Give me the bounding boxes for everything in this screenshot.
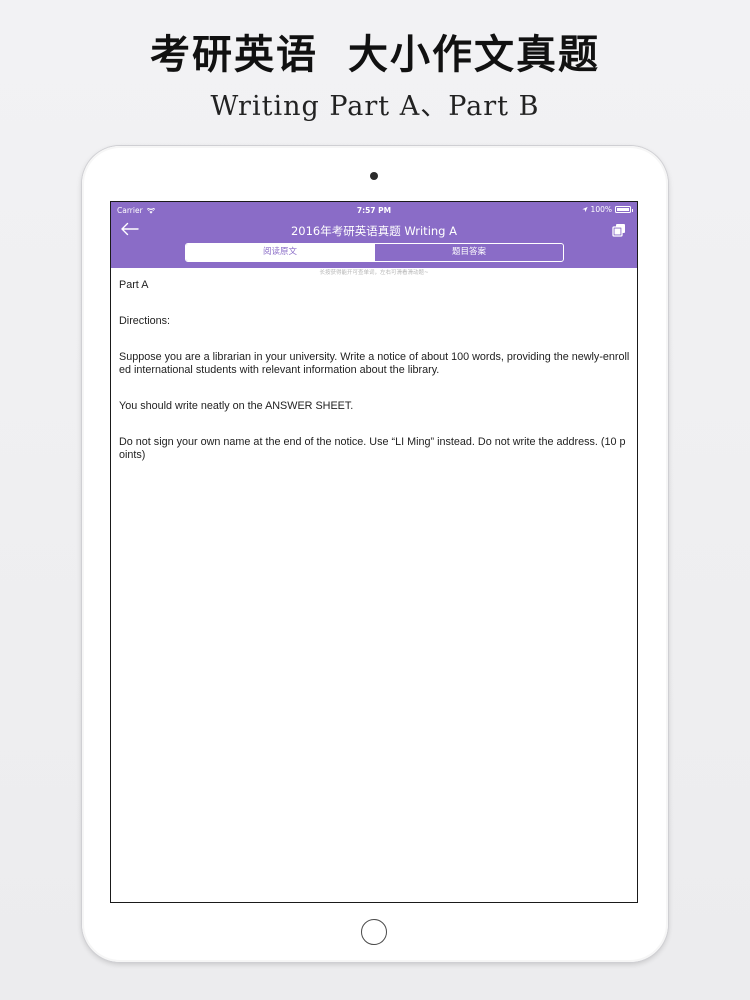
paragraph: Directions: xyxy=(119,315,171,327)
promo-screen: 考研英语 大小作文真题 Writing Part A、Part B Carrier… xyxy=(0,0,750,1000)
battery-percent: 100% xyxy=(590,205,612,214)
tab-question-answer[interactable]: 题目答案 xyxy=(374,244,563,261)
page-title: 2016年考研英语真题 Writing A xyxy=(290,224,457,238)
status-right: 100% xyxy=(581,205,633,214)
segmented-control: 阅读原文 题目答案 xyxy=(185,243,564,262)
location-arrow-icon xyxy=(581,206,588,213)
ipad-frame: Carrier 7:57 PM 100% 2016年考研英语真题 Writing… xyxy=(82,146,668,962)
hint-text: 长按获得能开可查单词，左右可滑看滑动题~ xyxy=(319,270,429,276)
battery-fill xyxy=(617,208,629,211)
paragraph: You should write neatly on the ANSWER SH… xyxy=(119,400,354,412)
promo-title: 考研英语 大小作文真题 xyxy=(0,22,750,80)
promo-subtitle: Writing Part A、Part B xyxy=(210,91,540,122)
paragraph: Part A xyxy=(119,279,149,291)
promo-title-left: 考研英语 xyxy=(150,32,318,78)
article-content: Part A Directions: Suppose you are a lib… xyxy=(119,279,631,485)
camera-icon xyxy=(370,172,378,180)
battery-icon xyxy=(615,206,633,213)
paragraph: Do not sign your own name at the end of … xyxy=(119,436,626,461)
nav-bar: 2016年考研英语真题 Writing A xyxy=(111,219,637,241)
app-screen: Carrier 7:57 PM 100% 2016年考研英语真题 Writing… xyxy=(110,201,638,903)
copy-button[interactable] xyxy=(611,223,627,239)
paragraph: Suppose you are a librarian in your univ… xyxy=(119,351,630,376)
status-time: 7:57 PM xyxy=(356,206,392,215)
status-bar: Carrier 7:57 PM 100% xyxy=(111,202,637,218)
promo-title-right: 大小作文真题 xyxy=(348,32,600,78)
copy-icon xyxy=(612,224,625,237)
home-button[interactable] xyxy=(361,919,387,945)
tab-reading-original[interactable]: 阅读原文 xyxy=(186,244,374,261)
app-header: Carrier 7:57 PM 100% 2016年考研英语真题 Writing… xyxy=(111,202,637,268)
